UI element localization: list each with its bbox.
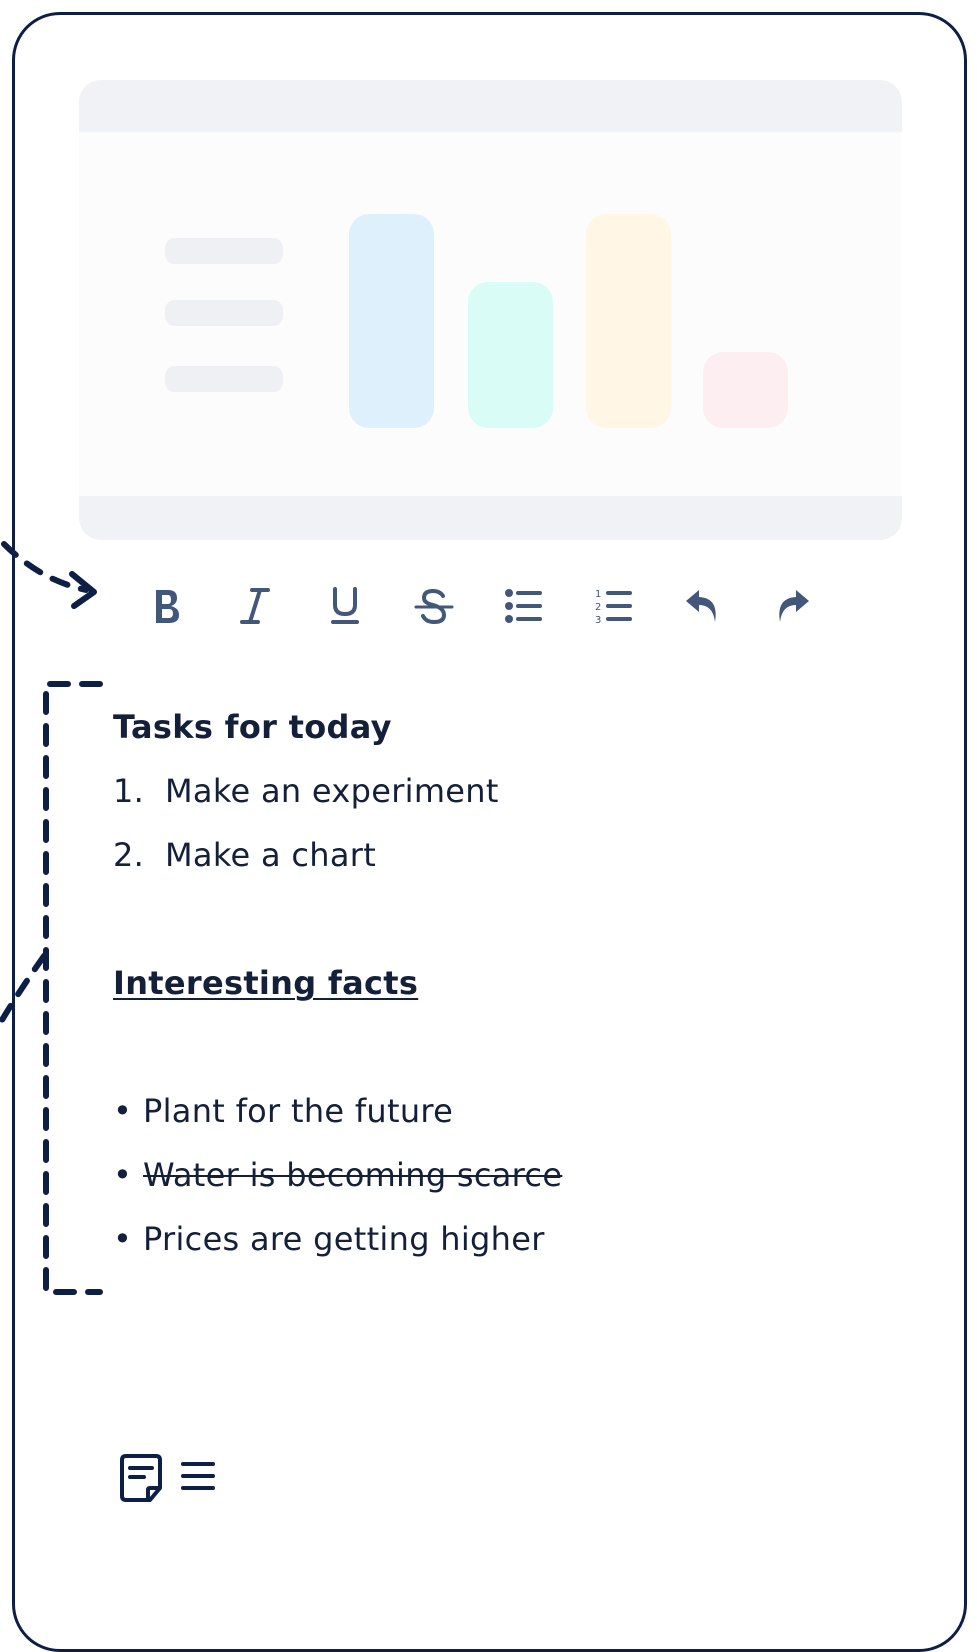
- placeholder-bar-teal: [468, 282, 553, 428]
- svg-text:3: 3: [595, 615, 601, 626]
- menu-icon: [181, 1462, 215, 1490]
- annotation-arrow-icon: [1, 541, 97, 609]
- placeholder-line: [165, 238, 283, 264]
- numbered-list-icon: 1 2 3: [595, 589, 632, 626]
- underline-icon: [331, 587, 359, 624]
- facts-heading: Interesting facts: [113, 964, 419, 1002]
- undo-icon: [686, 590, 716, 622]
- chart-preview-canvas: [79, 132, 902, 496]
- bold-button[interactable]: [138, 578, 194, 634]
- list-bullet: •: [113, 1156, 133, 1194]
- note-button[interactable]: [118, 1452, 164, 1508]
- strikethrough-button[interactable]: [406, 578, 462, 634]
- bullet-list-item-strikethrough: • Water is becoming scarce: [113, 1156, 562, 1194]
- numbered-list-button[interactable]: 1 2 3: [585, 578, 641, 634]
- underline-button[interactable]: [317, 578, 373, 634]
- tasks-heading: Tasks for today: [113, 708, 392, 746]
- numbered-list-item: 1. Make an experiment: [113, 772, 499, 810]
- bold-icon: [156, 590, 179, 623]
- placeholder-line: [165, 300, 283, 326]
- italic-icon: [240, 588, 270, 624]
- list-item-text: Plant for the future: [143, 1092, 454, 1130]
- strikethrough-icon: [414, 588, 454, 625]
- redo-button[interactable]: [764, 578, 820, 634]
- bullet-list-item: • Prices are getting higher: [113, 1220, 545, 1258]
- bullet-list-item: • Plant for the future: [113, 1092, 453, 1130]
- placeholder-line: [165, 366, 283, 392]
- chart-preview: [79, 80, 902, 540]
- placeholder-bar-yellow: [586, 214, 671, 428]
- list-number: 1.: [113, 772, 145, 810]
- bullet-list-button[interactable]: [495, 578, 551, 634]
- list-item-text: Make a chart: [165, 836, 377, 874]
- annotation-arrow-out-icon: [0, 953, 47, 1023]
- svg-text:2: 2: [595, 602, 601, 613]
- placeholder-bar-pink: [703, 352, 788, 428]
- placeholder-bar-blue: [349, 214, 434, 428]
- numbered-list-item: 2. Make a chart: [113, 836, 376, 874]
- list-number: 2.: [113, 836, 145, 874]
- menu-button[interactable]: [180, 1458, 216, 1498]
- italic-button[interactable]: [227, 578, 283, 634]
- redo-icon: [779, 590, 809, 622]
- list-item-text: Water is becoming scarce: [143, 1156, 563, 1194]
- undo-button[interactable]: [675, 578, 731, 634]
- note-icon: [120, 1454, 162, 1502]
- list-bullet: •: [113, 1220, 133, 1258]
- list-bullet: •: [113, 1092, 133, 1130]
- svg-text:1: 1: [595, 589, 601, 600]
- list-item-text: Make an experiment: [165, 772, 499, 810]
- bullet-list-icon: [505, 589, 542, 623]
- list-item-text: Prices are getting higher: [143, 1220, 545, 1258]
